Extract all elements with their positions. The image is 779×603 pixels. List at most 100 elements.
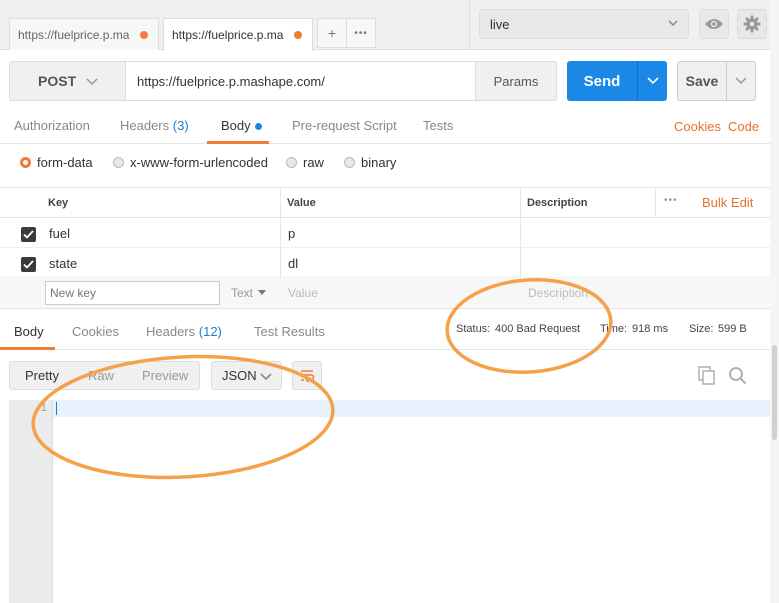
request-tab-label: https://fuelprice.p.ma	[172, 28, 284, 42]
status-label: Status:	[456, 323, 491, 335]
new-description-input[interactable]: Description	[528, 286, 588, 300]
wrap-lines-button[interactable]	[292, 361, 322, 390]
radio-icon	[113, 157, 124, 168]
send-button[interactable]: Send	[567, 61, 637, 101]
new-key-input[interactable]	[45, 281, 220, 305]
tab-label: Headers	[146, 324, 196, 339]
format-value: JSON	[222, 368, 257, 383]
scrollbar-track[interactable]	[770, 0, 779, 603]
environment-select[interactable]: live	[479, 9, 689, 39]
send-options-button[interactable]	[637, 61, 667, 101]
response-tab-test-results[interactable]: Test Results	[254, 324, 325, 339]
tab-label: Tests	[423, 118, 454, 133]
headers-count: (3)	[172, 118, 189, 133]
method-select[interactable]: POST	[9, 61, 126, 101]
tab-label: Authorization	[14, 118, 90, 133]
time-label: Time:	[600, 323, 628, 335]
response-tab-cookies[interactable]: Cookies	[72, 324, 119, 339]
radio-label: binary	[361, 155, 397, 170]
editor-cursor	[56, 402, 57, 415]
table-row	[0, 218, 770, 248]
chevron-down-icon	[260, 373, 272, 381]
url-input[interactable]: https://fuelprice.p.mashape.com/	[125, 61, 476, 101]
search-button[interactable]	[728, 366, 747, 388]
tab-options-button[interactable]: •••	[346, 18, 376, 48]
tab-label: Headers	[120, 118, 170, 133]
row-value[interactable]: dl	[288, 256, 298, 271]
divider	[469, 0, 470, 50]
wrap-lines-icon	[301, 369, 315, 382]
column-divider	[655, 188, 656, 218]
scrollbar-thumb[interactable]	[772, 345, 777, 440]
row-enabled-checkbox[interactable]	[21, 257, 36, 272]
plus-icon: +	[327, 25, 337, 41]
line-number: 1	[40, 403, 47, 415]
tab-headers[interactable]: Headers (3)	[120, 118, 189, 133]
view-mode-pretty[interactable]: Pretty	[25, 368, 59, 383]
unsaved-dot-icon	[140, 31, 148, 39]
send-label: Send	[583, 72, 621, 90]
caret-down-icon	[258, 290, 267, 295]
checkmark-icon	[23, 260, 34, 269]
radio-form-data[interactable]: form-data	[20, 155, 93, 170]
save-label: Save	[685, 73, 719, 89]
tab-prerequest-script[interactable]: Pre-request Script	[292, 118, 397, 133]
row-key[interactable]: fuel	[49, 226, 70, 241]
active-tab-indicator	[207, 141, 269, 144]
eye-icon	[705, 19, 723, 29]
save-button[interactable]: Save	[677, 61, 727, 101]
row-enabled-checkbox[interactable]	[21, 227, 36, 242]
request-tab-active[interactable]: https://fuelprice.p.ma	[163, 18, 313, 51]
view-mode-preview[interactable]: Preview	[142, 368, 188, 383]
bulk-edit-link[interactable]: Bulk Edit	[702, 195, 753, 210]
unsaved-dot-icon	[294, 31, 302, 39]
response-tab-headers[interactable]: Headers (12)	[146, 324, 222, 339]
tab-tests[interactable]: Tests	[423, 118, 453, 133]
radio-label: form-data	[37, 155, 93, 170]
checkmark-icon	[23, 230, 34, 239]
more-icon: •••	[354, 27, 368, 39]
radio-icon	[286, 157, 297, 168]
active-tab-indicator	[0, 347, 55, 350]
chevron-down-icon	[668, 20, 678, 27]
new-value-input[interactable]: Value	[288, 286, 318, 300]
new-tab-button[interactable]: +	[317, 18, 347, 48]
cookies-link[interactable]: Cookies	[674, 119, 721, 134]
editor-active-line[interactable]	[53, 400, 770, 417]
url-value: https://fuelprice.p.mashape.com/	[137, 73, 325, 89]
headers-count: (12)	[198, 324, 222, 339]
radio-selected-icon	[20, 157, 31, 168]
response-tab-body[interactable]: Body	[14, 324, 44, 339]
column-header-key: Key	[48, 197, 69, 209]
link-label: Cookies	[674, 119, 721, 134]
time-value: 918 ms	[632, 323, 669, 335]
save-options-button[interactable]	[726, 61, 756, 101]
request-tab[interactable]: https://fuelprice.p.ma	[9, 18, 159, 50]
format-select[interactable]: JSON	[211, 361, 282, 390]
environment-quick-look-button[interactable]	[699, 9, 729, 39]
radio-urlencoded[interactable]: x-www-form-urlencoded	[113, 155, 268, 170]
status-value: 400 Bad Request	[495, 323, 581, 335]
view-mode-raw[interactable]: Raw	[88, 368, 114, 383]
type-select[interactable]: Text	[231, 286, 267, 300]
request-tab-label: https://fuelprice.p.ma	[18, 27, 130, 42]
column-header-value: Value	[287, 197, 316, 209]
size-label: Size:	[689, 323, 714, 335]
radio-icon	[344, 157, 355, 168]
type-value: Text	[231, 286, 254, 300]
link-label: Code	[728, 119, 760, 134]
params-button[interactable]: Params	[475, 61, 557, 101]
row-value[interactable]: p	[288, 226, 295, 241]
radio-binary[interactable]: binary	[344, 155, 396, 170]
chevron-down-icon	[646, 77, 659, 85]
row-key[interactable]: state	[49, 256, 77, 271]
tab-authorization[interactable]: Authorization	[14, 118, 90, 133]
tab-body[interactable]: Body	[221, 118, 262, 133]
environment-settings-button[interactable]	[737, 9, 767, 39]
table-options-icon[interactable]: •••	[664, 195, 678, 206]
tab-label: Body	[221, 118, 251, 133]
editor-gutter	[9, 400, 53, 603]
radio-raw[interactable]: raw	[286, 155, 324, 170]
code-link[interactable]: Code	[728, 119, 759, 134]
copy-button[interactable]	[698, 366, 716, 388]
